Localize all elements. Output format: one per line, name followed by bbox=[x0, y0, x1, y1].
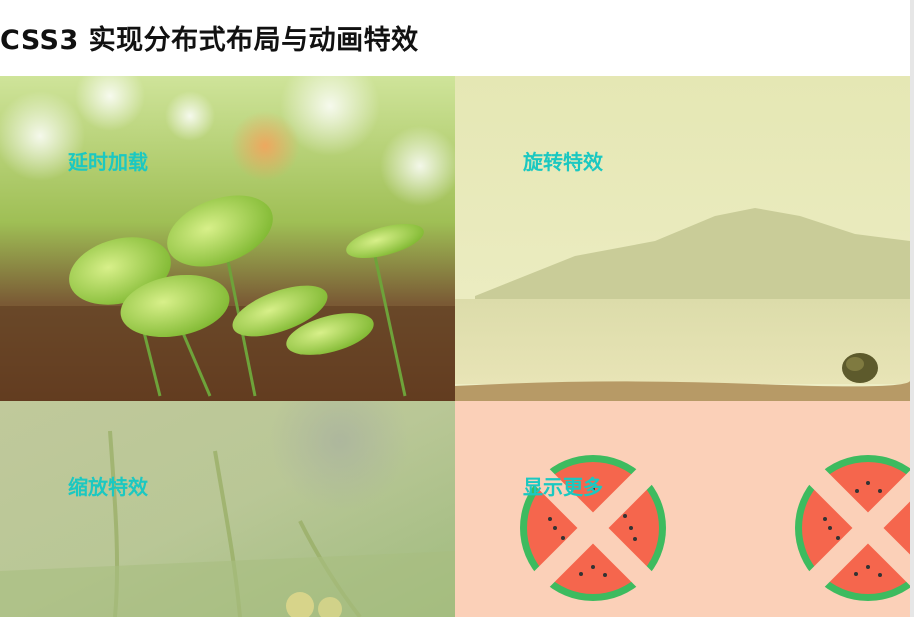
tile-label-delay-load: 延时加载 bbox=[68, 150, 148, 174]
green-leaves-image bbox=[0, 76, 455, 401]
watermelon-image bbox=[455, 401, 910, 617]
tile-scale[interactable]: 缩放特效 bbox=[0, 401, 455, 617]
tile-label-rotate: 旋转特效 bbox=[523, 150, 603, 174]
watermelon-right bbox=[795, 455, 910, 601]
tile-label-show-more: 显示更多 bbox=[523, 475, 603, 499]
tile-label-scale: 缩放特效 bbox=[68, 475, 148, 499]
sea-mountain-image bbox=[455, 76, 910, 401]
blurred-grass-image bbox=[0, 401, 455, 617]
tile-grid: 延时加载 旋转特效 缩放特效 显示更多 bbox=[0, 76, 910, 617]
page-scrollbar[interactable] bbox=[910, 0, 914, 617]
tile-delay-load[interactable]: 延时加载 bbox=[0, 76, 455, 401]
tile-rotate[interactable]: 旋转特效 bbox=[455, 76, 910, 401]
page-title: CSS3 实现分布式布局与动画特效 bbox=[0, 25, 419, 56]
tile-show-more[interactable]: 显示更多 bbox=[455, 401, 910, 617]
